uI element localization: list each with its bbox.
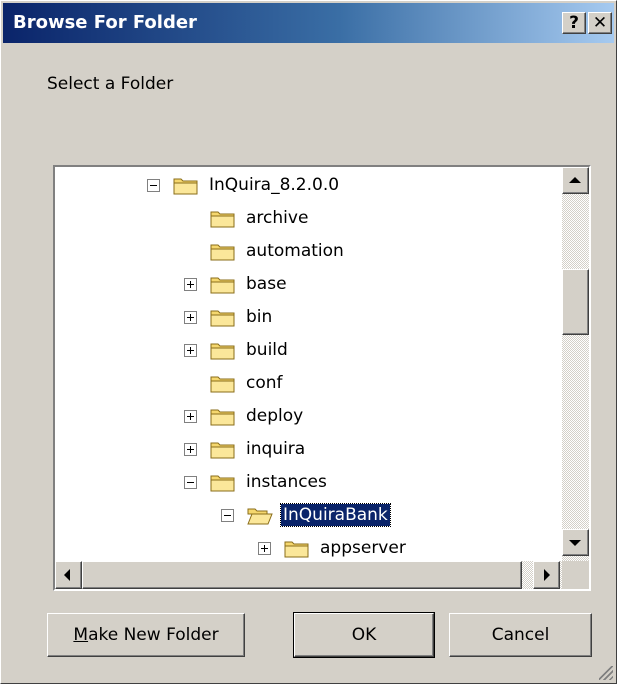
expand-plus-icon[interactable]: [184, 344, 197, 357]
tree-node-label: base: [246, 274, 287, 294]
scroll-right-button[interactable]: [533, 561, 560, 589]
collapse-minus-icon[interactable]: [221, 509, 234, 522]
expand-plus-icon[interactable]: [258, 542, 271, 555]
collapse-minus-icon[interactable]: [147, 179, 160, 192]
make-new-folder-label: ake New Folder: [88, 625, 219, 645]
arrow-left-icon: [64, 569, 70, 581]
horizontal-scroll-thumb[interactable]: [82, 561, 522, 589]
vertical-scroll-thumb[interactable]: [562, 269, 589, 335]
tree-node-label: InQuira_8.2.0.0: [209, 175, 340, 195]
tree-node-label: archive: [246, 208, 309, 228]
resize-grip-icon[interactable]: [599, 666, 613, 680]
scroll-up-button[interactable]: [562, 167, 589, 194]
expand-plus-icon[interactable]: [184, 410, 197, 423]
browse-for-folder-dialog: Browse For Folder ? ✕ Select a Folder In…: [0, 0, 617, 684]
folder-icon: [210, 244, 235, 261]
collapse-minus-icon[interactable]: [184, 476, 197, 489]
tree-node-label: deploy: [246, 406, 304, 426]
tree-node-label: build: [246, 340, 288, 360]
folder-icon: [210, 475, 235, 492]
make-new-folder-mnemonic: M: [73, 625, 89, 645]
ok-button[interactable]: OK: [293, 612, 435, 658]
tree-node-label: bin: [246, 307, 273, 327]
folder-icon: [210, 409, 235, 426]
scroll-down-button[interactable]: [562, 529, 589, 556]
folder-icon: [210, 442, 235, 459]
arrow-right-icon: [544, 569, 550, 581]
expand-plus-icon[interactable]: [184, 278, 197, 291]
folder-icon: [284, 541, 309, 558]
close-button[interactable]: ✕: [588, 12, 612, 34]
scroll-left-button[interactable]: [55, 561, 82, 589]
expand-plus-icon[interactable]: [184, 443, 197, 456]
folder-icon: [173, 178, 198, 195]
open-folder-icon: [247, 508, 273, 525]
tree-node-label: instances: [246, 472, 327, 492]
folder-icon: [210, 376, 235, 393]
vertical-scrollbar[interactable]: [562, 167, 589, 561]
folder-tree-view[interactable]: InQuira_8.2.0.0archive automation base bin b…: [53, 165, 591, 591]
arrow-down-icon: [569, 540, 581, 546]
help-button[interactable]: ?: [562, 12, 586, 34]
title-bar[interactable]: Browse For Folder ? ✕: [3, 3, 614, 43]
dialog-prompt: Select a Folder: [47, 74, 174, 94]
tree-node-label: automation: [246, 241, 344, 261]
folder-icon: [210, 277, 235, 294]
expand-plus-icon[interactable]: [184, 311, 197, 324]
cancel-button[interactable]: Cancel: [449, 613, 592, 657]
scrollbar-corner: [562, 561, 589, 589]
tree-node-label: appserver: [320, 538, 406, 558]
folder-icon: [210, 310, 235, 327]
tree-node-label: conf: [246, 373, 283, 393]
tree-node-label: inquira: [246, 439, 306, 459]
arrow-up-icon: [569, 177, 581, 183]
tree-node-label: InQuiraBank: [280, 503, 391, 527]
folder-icon: [210, 343, 235, 360]
folder-icon: [210, 211, 235, 228]
horizontal-scrollbar[interactable]: [55, 561, 562, 589]
window-title: Browse For Folder: [13, 12, 197, 33]
make-new-folder-button[interactable]: Make New Folder: [47, 613, 245, 657]
